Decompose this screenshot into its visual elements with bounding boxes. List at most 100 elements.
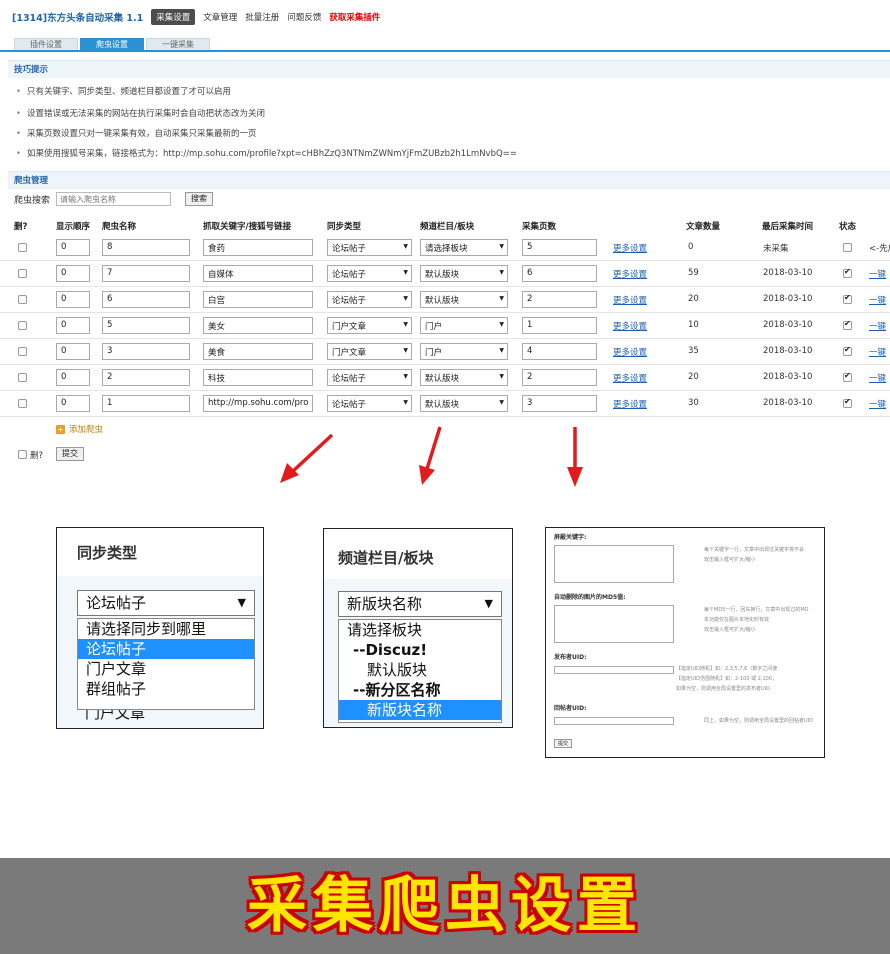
channel-option[interactable]: 默认版块 <box>339 660 501 680</box>
poster-uid-input[interactable] <box>554 666 674 674</box>
keyword-input[interactable]: http://mp.sohu.com/pro <box>203 395 313 412</box>
sync-type-select[interactable]: 论坛帖子 <box>327 369 412 386</box>
reply-uid-input[interactable] <box>554 717 674 725</box>
channel-select[interactable]: 默认版块 <box>420 369 508 386</box>
status-checkbox[interactable] <box>843 243 852 252</box>
md5-textarea[interactable] <box>554 605 674 643</box>
add-crawler-link[interactable]: + 添加爬虫 <box>56 423 103 435</box>
more-settings-link[interactable]: 更多设置 <box>613 268 647 280</box>
zoom-channel-select[interactable]: 新版块名称 <box>338 591 502 617</box>
pages-input[interactable]: 2 <box>522 291 597 308</box>
zoom-submit-button[interactable]: 提交 <box>554 739 573 748</box>
sync-type-select[interactable]: 门户文章 <box>327 317 412 334</box>
more-settings-link[interactable]: 更多设置 <box>613 398 647 410</box>
channel-select[interactable]: 请选择板块 <box>420 239 508 256</box>
sync-type-select[interactable]: 论坛帖子 <box>327 265 412 282</box>
order-input[interactable]: 0 <box>56 239 90 256</box>
tab-plugin-settings[interactable]: 插件设置 <box>14 38 78 50</box>
sync-type-select[interactable]: 门户文章 <box>327 343 412 360</box>
more-settings-link[interactable]: 更多设置 <box>613 320 647 332</box>
sync-option[interactable]: 门户文章 <box>78 659 254 679</box>
row-delete-checkbox[interactable] <box>18 243 27 252</box>
channel-option[interactable]: 请选择板块 <box>339 620 501 640</box>
channel-select[interactable]: 默认版块 <box>420 395 508 412</box>
order-input[interactable]: 0 <box>56 343 90 360</box>
pages-input[interactable]: 1 <box>522 317 597 334</box>
crawler-name-input[interactable]: 6 <box>102 291 190 308</box>
keyword-input[interactable]: 科技 <box>203 369 313 386</box>
pages-input[interactable]: 6 <box>522 265 597 282</box>
row-action[interactable]: 一键 <box>869 294 886 306</box>
row-action[interactable]: 一键 <box>869 268 886 280</box>
crawler-name-input[interactable]: 2 <box>102 369 190 386</box>
select-all-checkbox[interactable] <box>18 450 27 459</box>
more-settings-link[interactable]: 更多设置 <box>613 294 647 306</box>
crawler-search-input[interactable] <box>56 192 172 206</box>
pages-input[interactable]: 4 <box>522 343 597 360</box>
row-delete-checkbox[interactable] <box>18 399 27 408</box>
order-input[interactable]: 0 <box>56 369 90 386</box>
row-action[interactable]: 一键 <box>869 372 886 384</box>
status-checkbox[interactable] <box>843 267 852 278</box>
sync-option[interactable]: 请选择同步到哪里 <box>78 619 254 639</box>
status-checkbox[interactable] <box>843 397 852 408</box>
channel-option-selected[interactable]: 新版块名称 <box>339 700 501 720</box>
nav-collect-settings[interactable]: 采集设置 <box>151 9 196 25</box>
sync-type-select[interactable]: 论坛帖子 <box>327 395 412 412</box>
more-settings-link[interactable]: 更多设置 <box>613 242 647 254</box>
keyword-input[interactable]: 白宫 <box>203 291 313 308</box>
row-delete-checkbox[interactable] <box>18 373 27 382</box>
pages-input[interactable]: 2 <box>522 369 597 386</box>
nav-feedback[interactable]: 问题反馈 <box>287 11 321 23</box>
row-action[interactable]: 一键 <box>869 346 886 358</box>
keyword-input[interactable]: 美食 <box>203 343 313 360</box>
channel-select[interactable]: 门户 <box>420 317 508 334</box>
last-collect-time: 未采集 <box>763 244 789 254</box>
block-keyword-textarea[interactable] <box>554 545 674 583</box>
row-action[interactable]: 一键 <box>869 320 886 332</box>
zoom-sync-dropdown: 请选择同步到哪里 论坛帖子 门户文章 群组帖子 <box>77 618 255 710</box>
poster-uid-label: 发布者UID: <box>554 654 587 661</box>
order-input[interactable]: 0 <box>56 395 90 412</box>
zoom-sync-select[interactable]: 论坛帖子 <box>77 590 255 616</box>
channel-select[interactable]: 默认版块 <box>420 265 508 282</box>
keyword-input[interactable]: 自媒体 <box>203 265 313 282</box>
order-input[interactable]: 0 <box>56 265 90 282</box>
status-checkbox[interactable] <box>843 319 852 330</box>
channel-select[interactable]: 门户 <box>420 343 508 360</box>
status-checkbox[interactable] <box>843 345 852 356</box>
nav-article-manage[interactable]: 文章管理 <box>203 11 237 23</box>
submit-button[interactable]: 提交 <box>56 447 84 461</box>
row-delete-checkbox[interactable] <box>18 269 27 278</box>
order-input[interactable]: 0 <box>56 317 90 334</box>
crawler-name-input[interactable]: 7 <box>102 265 190 282</box>
crawler-name-input[interactable]: 3 <box>102 343 190 360</box>
sync-option-selected[interactable]: 论坛帖子 <box>78 639 254 659</box>
more-settings-link[interactable]: 更多设置 <box>613 346 647 358</box>
nav-get-plugin[interactable]: 获取采集插件 <box>329 11 380 23</box>
pages-input[interactable]: 5 <box>522 239 597 256</box>
pages-input[interactable]: 3 <box>522 395 597 412</box>
row-delete-checkbox[interactable] <box>18 295 27 304</box>
status-checkbox[interactable] <box>843 371 852 382</box>
search-button[interactable]: 搜索 <box>185 192 214 206</box>
tab-crawler-settings[interactable]: 爬虫设置 <box>80 38 144 50</box>
sync-type-select[interactable]: 论坛帖子 <box>327 291 412 308</box>
row-delete-checkbox[interactable] <box>18 321 27 330</box>
status-checkbox[interactable] <box>843 293 852 304</box>
crawler-name-input[interactable]: 1 <box>102 395 190 412</box>
nav-batch-register[interactable]: 批量注册 <box>245 11 279 23</box>
tab-one-click[interactable]: 一键采集 <box>146 38 210 50</box>
crawler-name-input[interactable]: 8 <box>102 239 190 256</box>
row-delete-checkbox[interactable] <box>18 347 27 356</box>
sync-type-select[interactable]: 论坛帖子 <box>327 239 412 256</box>
more-settings-link[interactable]: 更多设置 <box>613 372 647 384</box>
row-action[interactable]: 一键 <box>869 398 886 410</box>
poster-help: 如果为空，则调用全局设置里的发布者UID <box>676 686 770 692</box>
order-input[interactable]: 0 <box>56 291 90 308</box>
keyword-input[interactable]: 食药 <box>203 239 313 256</box>
crawler-name-input[interactable]: 5 <box>102 317 190 334</box>
keyword-input[interactable]: 美女 <box>203 317 313 334</box>
channel-select[interactable]: 默认版块 <box>420 291 508 308</box>
sync-option[interactable]: 群组帖子 <box>78 679 254 699</box>
